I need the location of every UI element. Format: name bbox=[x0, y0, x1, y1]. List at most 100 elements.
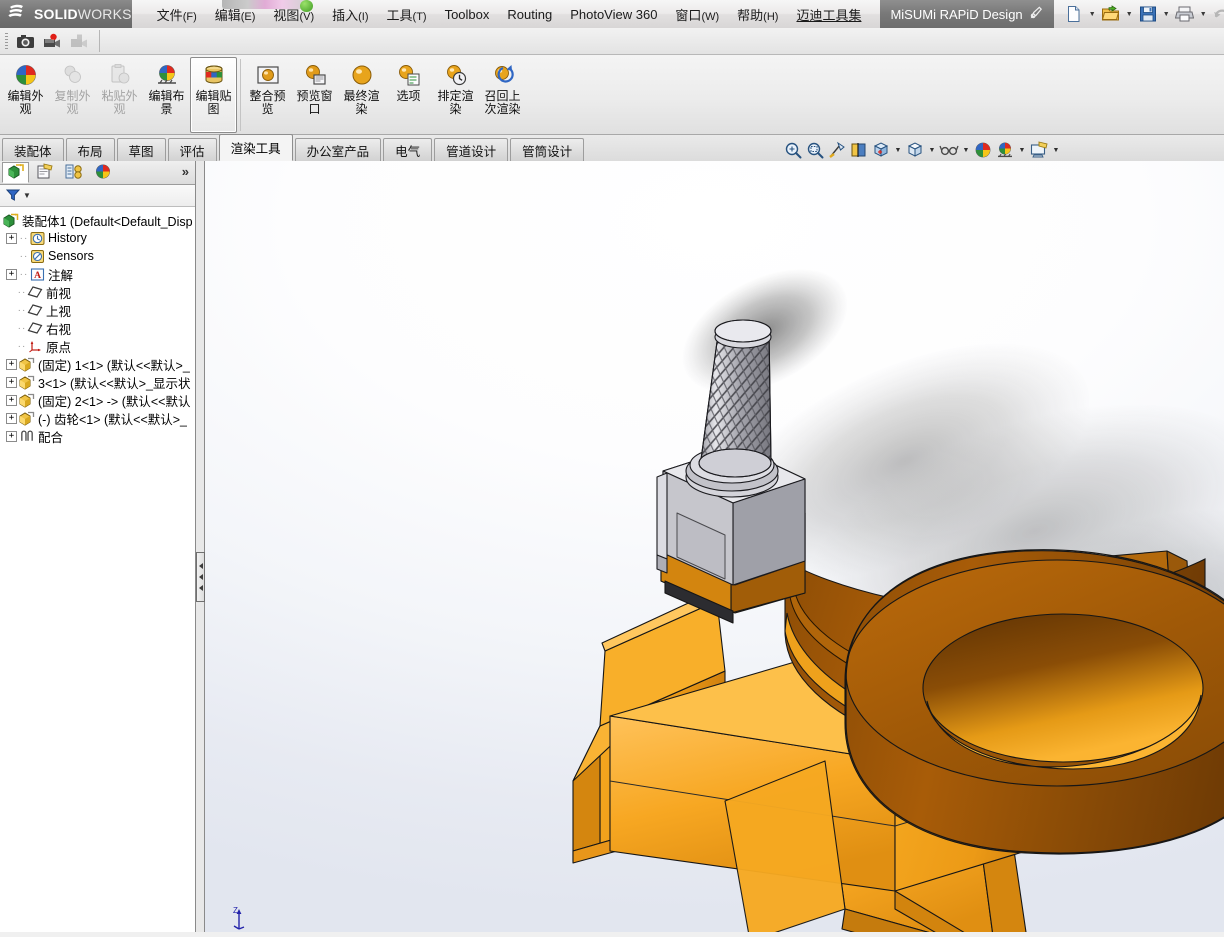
tab-evaluate[interactable]: 评估 bbox=[167, 138, 217, 161]
panel-splitter-handle[interactable] bbox=[196, 552, 205, 602]
tree-filter-dropdown-arrow[interactable]: ▼ bbox=[23, 191, 31, 200]
menu-file[interactable]: 文件(F) bbox=[148, 1, 206, 28]
graphics-viewport[interactable] bbox=[205, 161, 1224, 932]
tree-item-part-1[interactable]: + (固定) 1<1> (默认<<默认>_ bbox=[0, 355, 195, 373]
feature-manager-panel: » ▼ 装配体1 (Default<Default_Disp + ·· Hist… bbox=[0, 161, 196, 932]
integrated-preview-button[interactable]: 整合预览 bbox=[244, 57, 291, 133]
tab-assembly[interactable]: 装配体 bbox=[2, 138, 64, 161]
tree-item-top-plane[interactable]: ·· 上视 bbox=[0, 301, 195, 319]
tree-item-history[interactable]: + ·· History bbox=[0, 229, 195, 247]
section-view-button[interactable] bbox=[848, 139, 870, 161]
tree-item-front-plane[interactable]: ·· 前视 bbox=[0, 283, 195, 301]
apply-scene-button[interactable] bbox=[994, 139, 1016, 161]
schedule-render-button[interactable]: 排定渲染 bbox=[432, 57, 479, 133]
previous-view-button[interactable] bbox=[826, 139, 848, 161]
display-style-button[interactable] bbox=[904, 139, 926, 161]
configuration-manager-tab[interactable] bbox=[60, 162, 87, 183]
menu-window-label: 窗口 bbox=[675, 7, 702, 23]
display-style-dropdown-arrow[interactable]: ▼ bbox=[926, 139, 938, 161]
edit-appearance-view-button[interactable] bbox=[972, 139, 994, 161]
print-button[interactable] bbox=[1173, 2, 1197, 26]
panel-more-tabs-button[interactable]: » bbox=[182, 164, 189, 179]
view-settings-button[interactable] bbox=[1028, 139, 1050, 161]
tree-item-annotations[interactable]: + ·· A 注解 bbox=[0, 265, 195, 283]
splitter-arrow-icon bbox=[198, 585, 203, 591]
menu-tools-mnemonic: (T) bbox=[412, 10, 427, 23]
stop-record-button bbox=[66, 29, 93, 53]
toolbar-separator bbox=[99, 30, 100, 52]
hide-show-items-button[interactable] bbox=[938, 139, 960, 161]
tree-item-origin[interactable]: ·· 原点 bbox=[0, 337, 195, 355]
preview-window-button[interactable]: 预览窗口 bbox=[291, 57, 338, 133]
edit-appearance-button[interactable]: 编辑外观 bbox=[2, 57, 49, 133]
expand-part-1-icon[interactable]: + bbox=[6, 358, 17, 370]
open-document-dropdown-arrow[interactable]: ▼ bbox=[1124, 2, 1135, 26]
undo-button[interactable] bbox=[1210, 2, 1224, 26]
misumi-rapid-design-button[interactable]: MiSUMi RAPiD Design bbox=[880, 0, 1054, 28]
final-render-button[interactable]: 最终渲染 bbox=[338, 57, 385, 133]
tab-tubing-design[interactable]: 管筒设计 bbox=[510, 138, 585, 161]
tree-root-assembly[interactable]: 装配体1 (Default<Default_Disp bbox=[0, 211, 195, 229]
display-manager-tab[interactable] bbox=[89, 162, 116, 183]
menu-tools[interactable]: 工具(T) bbox=[378, 1, 436, 28]
render-options-button[interactable]: 选项 bbox=[385, 57, 432, 133]
hide-show-dropdown-arrow[interactable]: ▼ bbox=[960, 139, 972, 161]
save-button[interactable] bbox=[1136, 2, 1160, 26]
tree-item-part-3-label: 3<1> (默认<<默认>_显示状 bbox=[38, 376, 191, 391]
menu-help-mnemonic: (H) bbox=[763, 10, 779, 23]
print-dropdown-arrow[interactable]: ▼ bbox=[1198, 2, 1209, 26]
menu-routing[interactable]: Routing bbox=[498, 3, 561, 26]
tree-item-front-plane-label: 前视 bbox=[46, 286, 72, 301]
menu-help[interactable]: 帮助(H) bbox=[728, 1, 787, 28]
open-document-button[interactable] bbox=[1099, 2, 1123, 26]
tab-electrical[interactable]: 电气 bbox=[383, 138, 433, 161]
menu-tools-label: 工具 bbox=[386, 7, 413, 23]
tree-item-gear[interactable]: + (-) 齿轮<1> (默认<<默认>_ bbox=[0, 409, 195, 427]
tree-item-part-3[interactable]: + 3<1> (默认<<默认>_显示状 bbox=[0, 373, 195, 391]
tree-item-right-plane[interactable]: ·· 右视 bbox=[0, 319, 195, 337]
expand-part-3-icon[interactable]: + bbox=[6, 376, 17, 388]
appearance-sphere-icon bbox=[13, 62, 39, 88]
tree-filter-bar[interactable]: ▼ bbox=[0, 185, 195, 207]
apply-scene-dropdown-arrow[interactable]: ▼ bbox=[1016, 139, 1028, 161]
tree-item-mates[interactable]: + 配合 bbox=[0, 427, 195, 445]
recall-last-render-button[interactable]: 召回上次渲染 bbox=[479, 57, 526, 133]
new-document-button[interactable] bbox=[1062, 2, 1086, 26]
expand-history-icon[interactable]: + bbox=[6, 232, 17, 244]
paste-appearance-button[interactable]: 粘贴外观 bbox=[96, 57, 143, 133]
view-orientation-dropdown-arrow[interactable]: ▼ bbox=[892, 139, 904, 161]
preview-window-label: 预览窗口 bbox=[296, 89, 333, 116]
capture-screenshot-button[interactable] bbox=[12, 29, 39, 53]
menu-maidi-toolset[interactable]: 迈迪工具集 bbox=[787, 1, 870, 28]
zoom-to-fit-button[interactable] bbox=[782, 139, 804, 161]
toolbar-grip[interactable] bbox=[3, 31, 10, 51]
menu-toolbox[interactable]: Toolbox bbox=[436, 3, 499, 26]
tab-sketch[interactable]: 草图 bbox=[116, 138, 166, 161]
record-video-button[interactable] bbox=[39, 29, 66, 53]
edit-scene-button[interactable]: 编辑布景 bbox=[143, 57, 190, 133]
expand-part-2-icon[interactable]: + bbox=[6, 394, 17, 406]
tree-item-part-2[interactable]: + (固定) 2<1> -> (默认<<默认 bbox=[0, 391, 195, 409]
view-orientation-button[interactable] bbox=[870, 139, 892, 161]
tab-layout[interactable]: 布局 bbox=[65, 138, 115, 161]
solidworks-logo[interactable]: SOLIDWORKS bbox=[0, 0, 132, 28]
expand-gear-icon[interactable]: + bbox=[6, 412, 17, 424]
zoom-to-area-button[interactable] bbox=[804, 139, 826, 161]
feature-manager-tab[interactable] bbox=[2, 162, 29, 183]
view-settings-dropdown-arrow[interactable]: ▼ bbox=[1050, 139, 1062, 161]
tree-item-sensors[interactable]: + ·· Sensors bbox=[0, 247, 195, 265]
copy-appearance-button[interactable]: 复制外观 bbox=[49, 57, 96, 133]
menu-insert[interactable]: 插入(I) bbox=[323, 1, 377, 28]
expand-annotations-icon[interactable]: + bbox=[6, 268, 17, 280]
tab-render-tools[interactable]: 渲染工具 bbox=[218, 134, 293, 161]
save-dropdown-arrow[interactable]: ▼ bbox=[1161, 2, 1172, 26]
menu-window[interactable]: 窗口(W) bbox=[666, 1, 728, 28]
edit-decal-button[interactable]: 编辑贴图 bbox=[190, 57, 237, 133]
new-document-dropdown-arrow[interactable]: ▼ bbox=[1087, 2, 1098, 26]
expand-mates-icon[interactable]: + bbox=[6, 430, 17, 442]
tab-piping-design[interactable]: 管道设计 bbox=[434, 138, 509, 161]
menu-photoview360[interactable]: PhotoView 360 bbox=[561, 3, 666, 26]
property-manager-tab[interactable] bbox=[31, 162, 58, 183]
tab-office-products[interactable]: 办公室产品 bbox=[294, 138, 382, 161]
feature-tree[interactable]: 装配体1 (Default<Default_Disp + ·· History … bbox=[0, 207, 195, 937]
